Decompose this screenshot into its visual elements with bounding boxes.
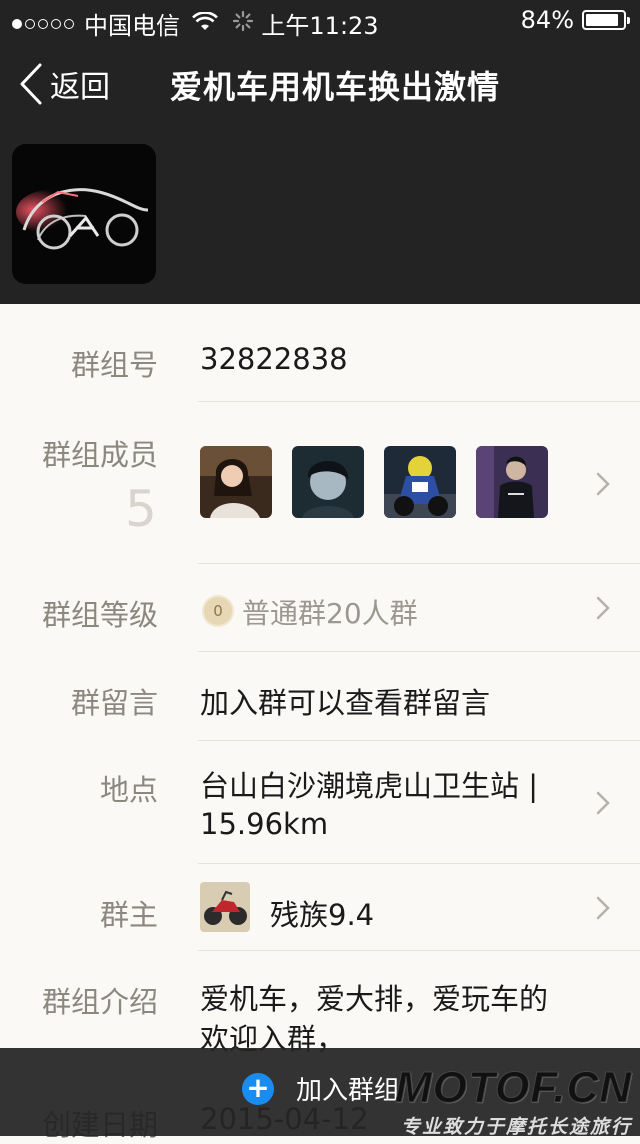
battery-icon (582, 10, 630, 30)
chevron-right-icon (596, 896, 610, 920)
group-intro-line: 爱机车，爱大排，爱玩车的 (200, 982, 549, 1016)
watermark-logo: MOTOF.CN 专业致力于摩托长途旅行 (395, 1063, 632, 1139)
nav-bar: 返回 爱机车用机车换出激情 (0, 40, 640, 304)
owner-avatar[interactable] (200, 882, 250, 932)
chevron-right-icon (596, 791, 610, 815)
member-avatar[interactable] (292, 446, 364, 518)
page-title: 爱机车用机车换出激情 (170, 68, 501, 106)
back-label: 返回 (50, 70, 110, 105)
watermark-slogan: 专业致力于摩托长途旅行 (400, 1116, 632, 1138)
group-message-value: 加入群可以查看群留言 (200, 686, 491, 720)
location-distance: 15.96km (200, 807, 329, 841)
group-level-label: 群组等级 (41, 598, 158, 632)
group-owner-label: 群主 (99, 898, 158, 932)
watermark-main: MOTOF.CN (395, 1063, 632, 1112)
member-avatars (200, 446, 548, 518)
group-intro-value: 爱机车，爱大排，爱玩车的 欢迎入群， (200, 979, 548, 1059)
back-button[interactable]: 返回 (18, 62, 110, 106)
location-value: 台山白沙潮境虎山卫生站 | 15.96km (200, 767, 538, 843)
group-members-label: 群组成员 (41, 438, 158, 472)
group-owner-row[interactable]: 群主 残族9.4 (0, 864, 640, 950)
member-avatar[interactable] (384, 446, 456, 518)
location-address: 台山白沙潮境虎山卫生站 | (200, 769, 538, 803)
join-group-button[interactable]: + 加入群组 (242, 1070, 400, 1107)
member-count: 5 (125, 480, 157, 538)
join-group-label: 加入群组 (296, 1076, 401, 1106)
member-avatar[interactable] (200, 446, 272, 518)
level-badge-icon: 0 (204, 597, 232, 625)
group-level-value: 普通群20人群 (242, 597, 418, 630)
member-avatar[interactable] (476, 446, 548, 518)
chevron-right-icon (596, 472, 610, 496)
chevron-left-icon (20, 63, 42, 105)
status-bar: 中国电信 上午11:23 84% (0, 0, 640, 40)
group-message-row: 群留言 加入群可以查看群留言 (0, 652, 640, 740)
group-members-row[interactable]: 群组成员 5 (0, 316, 640, 566)
battery-percent: 84% (520, 6, 574, 34)
group-owner-name: 残族9.4 (270, 898, 375, 932)
plus-icon: + (242, 1072, 274, 1105)
group-logo[interactable] (12, 144, 156, 284)
group-intro-label: 群组介绍 (41, 985, 158, 1019)
group-message-label: 群留言 (70, 686, 158, 720)
location-label: 地点 (99, 773, 158, 807)
location-row[interactable]: 地点 台山白沙潮境虎山卫生站 | 15.96km (0, 741, 640, 863)
chevron-right-icon (596, 596, 610, 620)
bottom-action-bar: + 加入群组 MOTOF.CN 专业致力于摩托长途旅行 (0, 1048, 640, 1139)
